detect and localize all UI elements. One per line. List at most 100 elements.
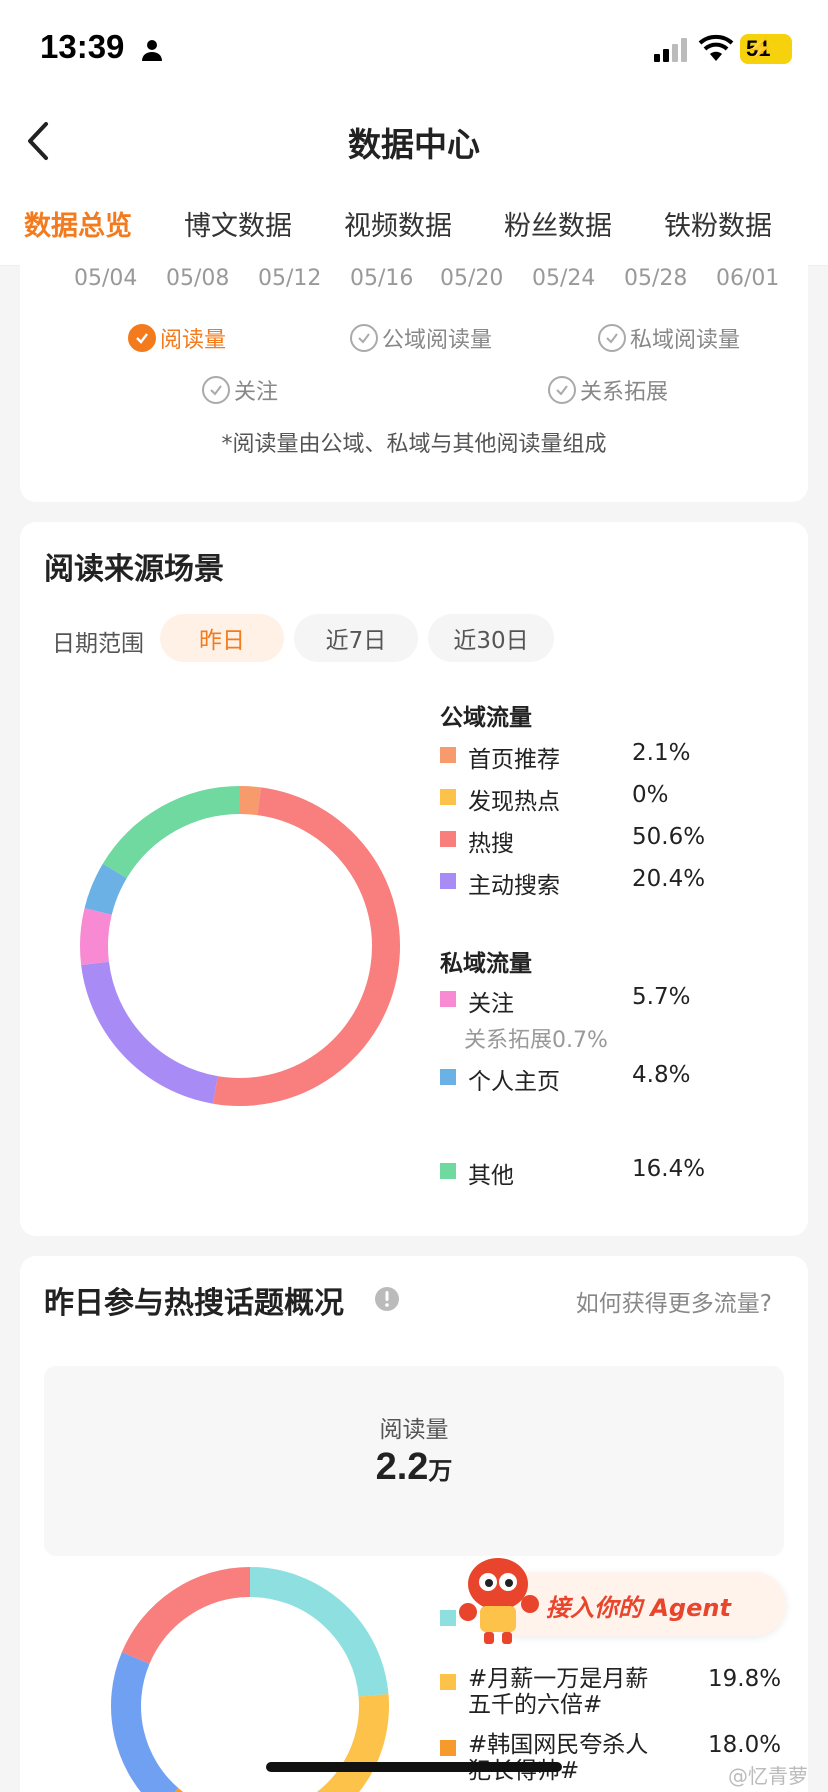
legend-value: 16.4%	[632, 1156, 706, 1182]
person-icon	[142, 40, 162, 61]
range-yesterday-button[interactable]: 昨日	[160, 614, 284, 662]
trend-card: 05/04 05/08 05/12 05/16 05/20 05/24 05/2…	[20, 248, 808, 502]
donut-slice	[239, 786, 262, 816]
x-axis-tick: 05/04	[74, 266, 138, 291]
nav-bar: 数据中心	[0, 100, 828, 182]
donut-slice	[249, 1567, 389, 1698]
legend-value: 5.7%	[632, 984, 691, 1010]
metric-toggle-public-reads[interactable]: 公域阅读量	[350, 322, 492, 354]
x-axis-tick: 05/20	[440, 266, 504, 291]
donut-slice	[80, 908, 112, 966]
legend-swatch	[440, 991, 456, 1007]
donut-slice	[111, 1652, 179, 1792]
hot-topics-card: 昨日参与热搜话题概况 如何获得更多流量? 阅读量 2.2万 #月薪一万是月薪五千…	[20, 1256, 808, 1792]
tab-overview[interactable]: 数据总览	[24, 204, 132, 243]
topic-name: #韩国网民夸杀人犯长得帅#	[468, 1732, 649, 1784]
range-30d-button[interactable]: 近30日	[428, 614, 554, 662]
tab-posts[interactable]: 博文数据	[184, 204, 292, 243]
date-range-label: 日期范围	[52, 631, 144, 657]
legend-value: 20.4%	[632, 866, 706, 892]
legend-swatch	[440, 1069, 456, 1085]
check-icon	[202, 376, 230, 404]
legend-name: 个人主页	[468, 1069, 560, 1095]
x-axis-tick: 05/28	[624, 266, 688, 291]
legend-name: 热搜	[468, 831, 514, 857]
status-bar: 13:39 51 ⚡	[0, 0, 828, 100]
home-indicator	[266, 1762, 562, 1772]
x-axis-tick: 06/01	[716, 266, 780, 291]
source-card-title: 阅读来源场景	[44, 552, 224, 587]
legend-value: 4.8%	[632, 1062, 691, 1088]
tab-videos[interactable]: 视频数据	[344, 204, 452, 243]
clock: 13:39	[40, 28, 125, 65]
x-axis-tick: 05/08	[166, 266, 230, 291]
tabs-fade	[808, 182, 828, 265]
hot-topics-donut-chart	[111, 1567, 389, 1792]
mascot-icon[interactable]	[454, 1552, 544, 1648]
x-axis-tick: 05/24	[532, 266, 596, 291]
public-traffic-title: 公域流量	[440, 705, 532, 731]
legend-name: 首页推荐	[468, 747, 560, 773]
legend-name: 其他	[468, 1163, 514, 1189]
wifi-icon	[698, 34, 734, 61]
legend-swatch	[440, 873, 456, 889]
metric-label: 私域阅读量	[630, 328, 741, 353]
legend-swatch	[440, 747, 456, 763]
metric-toggle-private-reads[interactable]: 私域阅读量	[598, 322, 740, 354]
info-icon[interactable]	[374, 1286, 400, 1312]
check-icon	[128, 324, 156, 352]
tab-fans[interactable]: 粉丝数据	[504, 204, 612, 243]
legend-value: 50.6%	[632, 824, 706, 850]
battery-icon: 51 ⚡	[740, 34, 792, 64]
hot-topics-title: 昨日参与热搜话题概况	[44, 1286, 344, 1321]
legend-name: 主动搜索	[468, 873, 560, 899]
legend-swatch	[440, 1163, 456, 1179]
legend-name: 关注	[468, 991, 514, 1017]
source-card: 阅读来源场景 日期范围 昨日 近7日 近30日 公域流量 首页推荐 2.1% 发…	[20, 522, 808, 1236]
donut-slice	[213, 787, 400, 1106]
metric-toggle-follows[interactable]: 关注	[202, 374, 278, 406]
agent-banner-label: 接入你的 Agent	[546, 1594, 731, 1622]
charging-bolt-icon: ⚡	[746, 36, 774, 61]
legend-swatch	[440, 831, 456, 847]
check-icon	[548, 376, 576, 404]
metric-label: 关注	[234, 380, 279, 405]
watermark: @忆青萝	[728, 1764, 808, 1788]
legend-swatch	[440, 1674, 456, 1690]
metric-label: 阅读量	[160, 328, 227, 353]
topic-value: 18.0%	[708, 1732, 782, 1758]
tab-iron-fans[interactable]: 铁粉数据	[664, 204, 772, 243]
metric-toggle-reads[interactable]: 阅读量	[128, 322, 226, 354]
legend-name: 发现热点	[468, 789, 560, 815]
x-axis-tick: 05/16	[350, 266, 414, 291]
page-title: 数据中心	[348, 125, 480, 164]
donut-slice	[316, 1694, 389, 1792]
read-count-number: 2.2	[375, 1446, 429, 1488]
metric-label: 公域阅读量	[382, 328, 493, 353]
legend-value: 2.1%	[632, 740, 691, 766]
cellular-signal-icon	[654, 38, 687, 62]
check-icon	[598, 324, 626, 352]
metric-toggle-relationship[interactable]: 关系拓展	[548, 374, 668, 406]
legend-swatch	[440, 789, 456, 805]
read-count-value: 2.2万	[44, 1446, 784, 1489]
donut-slice	[84, 863, 127, 916]
private-traffic-title: 私域流量	[440, 951, 532, 977]
donut-slice	[102, 786, 241, 879]
read-count-box: 阅读量 2.2万	[44, 1366, 784, 1556]
legend-value: 0%	[632, 782, 669, 808]
topic-name: #月薪一万是月薪五千的六倍#	[468, 1666, 649, 1718]
reads-footnote: *阅读量由公域、私域与其他阅读量组成	[221, 432, 607, 457]
read-count-label: 阅读量	[379, 1417, 449, 1443]
metric-label: 关系拓展	[580, 380, 669, 405]
donut-slice	[81, 961, 219, 1104]
check-icon	[350, 324, 378, 352]
range-7d-button[interactable]: 近7日	[294, 614, 418, 662]
topic-value: 19.8%	[708, 1666, 782, 1692]
relationship-sub-note: 关系拓展0.7%	[464, 1028, 608, 1053]
legend-swatch	[440, 1740, 456, 1756]
source-donut-chart	[80, 786, 400, 1106]
read-count-unit: 万	[428, 1458, 453, 1485]
donut-slice	[121, 1567, 251, 1665]
more-traffic-link[interactable]: 如何获得更多流量?	[576, 1284, 772, 1318]
